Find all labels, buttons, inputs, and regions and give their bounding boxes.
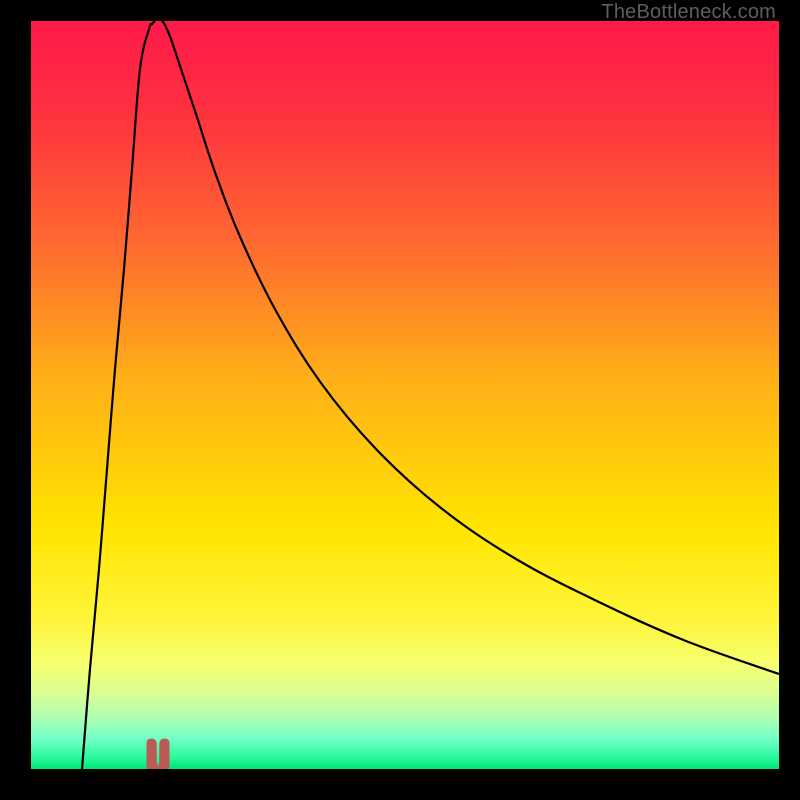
plot-area bbox=[31, 21, 779, 769]
curve-layer bbox=[31, 21, 779, 769]
minimum-marker-icon bbox=[147, 739, 169, 769]
right-branch-curve bbox=[162, 21, 779, 674]
outer-frame: TheBottleneck.com bbox=[0, 0, 800, 800]
left-branch-curve bbox=[82, 21, 155, 769]
